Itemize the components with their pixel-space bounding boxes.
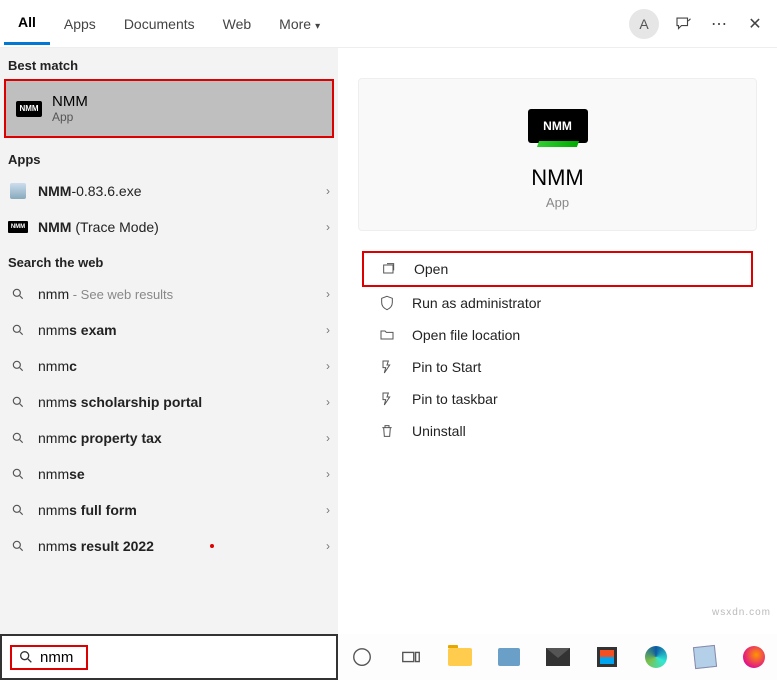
- chevron-right-icon: ›: [326, 184, 330, 198]
- results-pane: Best match NMM NMM App Apps NMM-0.83.6.e…: [0, 48, 338, 634]
- web-result[interactable]: nmmc ›: [0, 348, 338, 384]
- best-match-title: NMM: [52, 93, 88, 110]
- nmm-app-icon: NMM: [8, 221, 28, 233]
- search-tabs: All Apps Documents Web More▾ A ⋯ ✕: [0, 0, 777, 48]
- search-icon: [8, 287, 28, 301]
- web-result[interactable]: nmmc property tax ›: [0, 420, 338, 456]
- chevron-down-icon: ▾: [315, 21, 320, 32]
- nmm-logo: NMM: [528, 109, 588, 143]
- taskbar: [338, 634, 777, 680]
- taskview-icon[interactable]: [397, 643, 424, 671]
- chevron-right-icon: ›: [326, 539, 330, 553]
- detail-pane: NMM NMM App Open Run as administrator Op…: [338, 48, 777, 634]
- chevron-right-icon: ›: [326, 467, 330, 481]
- chevron-right-icon: ›: [326, 220, 330, 234]
- search-icon: [18, 649, 34, 665]
- chevron-right-icon: ›: [326, 503, 330, 517]
- web-result[interactable]: nmms exam ›: [0, 312, 338, 348]
- detail-card: NMM NMM App: [358, 78, 757, 231]
- cortana-icon[interactable]: [348, 643, 375, 671]
- chevron-right-icon: ›: [326, 431, 330, 445]
- printer-icon[interactable]: [495, 643, 522, 671]
- action-open[interactable]: Open: [362, 251, 753, 287]
- web-result[interactable]: nmms full form ›: [0, 492, 338, 528]
- tab-all[interactable]: All: [4, 2, 50, 45]
- search-icon: [8, 539, 28, 553]
- detail-title: NMM: [379, 165, 736, 191]
- more-options-icon[interactable]: ⋯: [701, 6, 737, 42]
- close-icon[interactable]: ✕: [737, 6, 773, 42]
- tab-apps[interactable]: Apps: [50, 4, 110, 44]
- tab-more[interactable]: More▾: [265, 4, 334, 44]
- best-match-result[interactable]: NMM NMM App: [4, 79, 334, 138]
- indicator-dot: [210, 544, 214, 548]
- search-icon: [8, 503, 28, 517]
- search-icon: [8, 467, 28, 481]
- user-avatar[interactable]: A: [629, 9, 659, 39]
- apps-result[interactable]: NMM NMM (Trace Mode) ›: [0, 209, 338, 245]
- chevron-right-icon: ›: [326, 323, 330, 337]
- trash-icon: [376, 423, 398, 439]
- action-open-location[interactable]: Open file location: [362, 319, 753, 351]
- search-icon: [8, 431, 28, 445]
- open-icon: [378, 261, 400, 277]
- pin-icon: [376, 359, 398, 375]
- exe-icon: [10, 183, 26, 199]
- nmm-app-icon: NMM: [16, 101, 42, 117]
- pin-icon: [376, 391, 398, 407]
- search-icon: [8, 323, 28, 337]
- search-box[interactable]: [0, 634, 338, 680]
- chevron-right-icon: ›: [326, 287, 330, 301]
- action-pin-start[interactable]: Pin to Start: [362, 351, 753, 383]
- watermark: wsxdn.com: [712, 607, 771, 618]
- tab-web[interactable]: Web: [209, 4, 266, 44]
- folder-icon: [376, 327, 398, 343]
- chevron-right-icon: ›: [326, 395, 330, 409]
- file-explorer-icon[interactable]: [446, 643, 473, 671]
- action-pin-taskbar[interactable]: Pin to taskbar: [362, 383, 753, 415]
- web-result[interactable]: nmm - See web results ›: [0, 276, 338, 312]
- section-search-web: Search the web: [0, 245, 338, 276]
- shield-icon: [376, 295, 398, 311]
- action-run-admin[interactable]: Run as administrator: [362, 287, 753, 319]
- section-apps: Apps: [0, 142, 338, 173]
- tab-documents[interactable]: Documents: [110, 4, 209, 44]
- chevron-right-icon: ›: [326, 359, 330, 373]
- action-uninstall[interactable]: Uninstall: [362, 415, 753, 447]
- search-icon: [8, 359, 28, 373]
- web-result[interactable]: nmms result 2022 ›: [0, 528, 338, 564]
- firefox-icon[interactable]: [740, 643, 767, 671]
- section-best-match: Best match: [0, 48, 338, 79]
- store-icon[interactable]: [593, 643, 620, 671]
- search-icon: [8, 395, 28, 409]
- actions-list: Open Run as administrator Open file loca…: [358, 251, 757, 447]
- detail-subtitle: App: [379, 195, 736, 210]
- notepad-icon[interactable]: [691, 643, 718, 671]
- web-result[interactable]: nmms scholarship portal ›: [0, 384, 338, 420]
- web-result[interactable]: nmmse ›: [0, 456, 338, 492]
- mail-icon[interactable]: [544, 643, 571, 671]
- apps-result[interactable]: NMM-0.83.6.exe ›: [0, 173, 338, 209]
- best-match-subtitle: App: [52, 110, 88, 124]
- search-input[interactable]: [40, 649, 80, 666]
- edge-icon[interactable]: [642, 643, 669, 671]
- feedback-icon[interactable]: [665, 6, 701, 42]
